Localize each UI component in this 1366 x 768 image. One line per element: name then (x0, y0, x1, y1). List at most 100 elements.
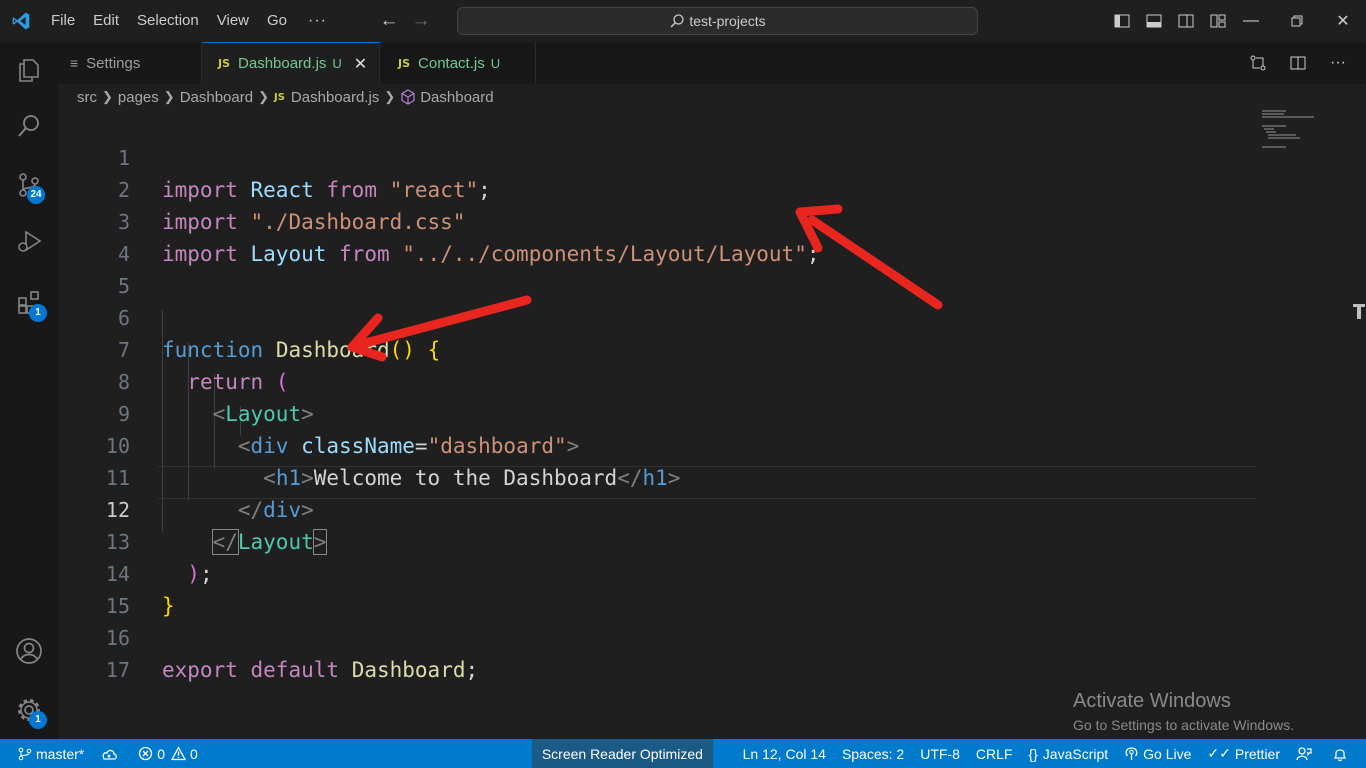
code-line: 15 (58, 558, 1258, 618)
breadcrumb: src ❯ pages ❯ Dashboard ❯ JS Dashboard.j… (77, 86, 494, 108)
indentation-status[interactable]: Spaces: 2 (834, 739, 912, 768)
close-tab-icon[interactable]: ✕ (354, 54, 367, 74)
errors-count: 0 (157, 745, 166, 762)
breadcrumb-item[interactable]: Dashboard.js (291, 89, 379, 106)
source-control-icon[interactable]: 24 (0, 157, 58, 213)
restore-icon[interactable] (1274, 0, 1320, 42)
tab-label: Dashboard.js (238, 55, 327, 72)
minimap-line (1266, 131, 1276, 133)
title-bar: File Edit Selection View Go ··· ← → test… (0, 0, 1366, 42)
code-line-current: 12 </Layout> (58, 462, 1258, 555)
warning-icon (171, 746, 187, 761)
search-icon[interactable] (0, 98, 58, 154)
activity-bar: 24 1 1 (0, 42, 58, 739)
minimap[interactable] (1262, 108, 1322, 148)
js-file-icon: JS (218, 57, 231, 70)
menu-file[interactable]: File (42, 0, 84, 42)
tab-status: U (332, 56, 342, 71)
go-live-button[interactable]: Go Live (1116, 739, 1199, 768)
command-center-search[interactable]: test-projects (457, 7, 978, 35)
accounts-icon[interactable] (0, 623, 58, 679)
breadcrumb-item[interactable]: src (77, 89, 97, 106)
minimap-line (1262, 110, 1286, 112)
manage-gear-icon[interactable]: 1 (0, 682, 58, 738)
forward-arrow-icon[interactable]: → (405, 10, 437, 32)
back-arrow-icon[interactable]: ← (373, 10, 405, 32)
code-line: 9 <div className="dashboard"> (58, 366, 1258, 458)
code-line: 4 (58, 206, 1258, 266)
vscode-logo-icon (0, 0, 42, 42)
more-actions-icon[interactable]: ··· (1322, 47, 1354, 79)
status-bar-right: Ln 12, Col 14 Spaces: 2 UTF-8 CRLF {} Ja… (735, 739, 1366, 768)
js-file-icon: JS (273, 91, 285, 103)
minimap-line (1268, 134, 1296, 136)
toggle-secondary-sidebar-icon[interactable] (1170, 5, 1202, 37)
broadcast-icon (1125, 747, 1138, 760)
status-bar: master* 0 0 Screen Reader Optimized Ln 1… (0, 739, 1366, 768)
compare-changes-icon[interactable] (1242, 47, 1274, 79)
activate-windows-watermark: Activate Windows Go to Settings to activ… (1073, 690, 1294, 733)
toggle-panel-icon[interactable] (1138, 5, 1170, 37)
minimap-line (1262, 125, 1286, 127)
chevron-right-icon: ❯ (102, 89, 113, 104)
extensions-icon[interactable]: 1 (0, 274, 58, 330)
run-debug-icon[interactable] (0, 213, 58, 269)
line-number: 17 (105, 658, 130, 682)
minimap-line (1262, 113, 1284, 115)
code-editor[interactable]: 1 import React from "react"; 2 import ".… (58, 110, 1258, 700)
chevron-right-icon: ❯ (258, 89, 269, 104)
editor-actions: ··· (1242, 42, 1354, 84)
tab-settings[interactable]: ≡ Settings (58, 42, 202, 84)
overview-ruler-marker[interactable] (1352, 300, 1366, 320)
language-label: JavaScript (1042, 745, 1109, 762)
cursor-position[interactable]: Ln 12, Col 14 (735, 739, 834, 768)
double-check-icon: ✓✓ (1207, 745, 1231, 761)
tab-contact-js[interactable]: JS Contact.js U (380, 42, 536, 84)
code-line: 1 import React from "react"; (58, 110, 1258, 202)
menu-go[interactable]: Go (258, 0, 296, 42)
braces-icon: {} (1028, 745, 1038, 762)
tab-status: U (490, 55, 501, 71)
go-live-label: Go Live (1143, 745, 1192, 762)
code-line: 3 import Layout from "../../components/L… (58, 174, 1258, 266)
tab-dashboard-js[interactable]: JS Dashboard.js U ✕ (202, 42, 380, 84)
prettier-status[interactable]: ✓✓ Prettier (1199, 739, 1288, 768)
code-line: 7 return ( (58, 302, 1258, 394)
breadcrumb-item[interactable]: Dashboard (180, 89, 253, 106)
feedback-icon[interactable] (1288, 739, 1324, 768)
minimap-line (1264, 128, 1274, 130)
notifications-bell-icon[interactable] (1324, 739, 1366, 768)
sync-status[interactable] (92, 739, 130, 768)
cloud-sync-icon (102, 749, 118, 760)
toggle-primary-sidebar-icon[interactable] (1106, 5, 1138, 37)
minimize-icon[interactable]: — (1228, 0, 1274, 42)
screen-reader-status[interactable]: Screen Reader Optimized (531, 739, 713, 768)
code-line: 5 (58, 238, 1258, 298)
error-icon (139, 746, 153, 761)
symbol-class-icon (401, 89, 415, 105)
watermark-title: Activate Windows (1073, 690, 1231, 712)
eol-status[interactable]: CRLF (968, 739, 1021, 768)
js-file-icon: JS (398, 56, 411, 70)
watermark-subtitle: Go to Settings to activate Windows. (1073, 717, 1294, 733)
command-center-label: test-projects (689, 13, 766, 29)
minimap-line (1268, 137, 1300, 139)
breadcrumb-item[interactable]: pages (118, 89, 159, 106)
tab-label: Contact.js (418, 54, 485, 72)
encoding-status[interactable]: UTF-8 (912, 739, 968, 768)
close-window-icon[interactable]: ✕ (1320, 0, 1366, 42)
menu-more-button[interactable]: ··· (296, 0, 339, 42)
menu-selection[interactable]: Selection (128, 0, 208, 42)
menu-view[interactable]: View (208, 0, 258, 42)
split-editor-icon[interactable] (1282, 47, 1314, 79)
code-line: 2 import "./Dashboard.css" (58, 142, 1258, 234)
explorer-icon[interactable] (0, 42, 58, 98)
window-controls: — ✕ (1228, 0, 1366, 42)
minimap-line (1262, 146, 1286, 148)
branch-status[interactable]: master* (0, 739, 92, 768)
breadcrumb-item[interactable]: Dashboard (420, 89, 493, 106)
chevron-right-icon: ❯ (163, 89, 175, 104)
menu-edit[interactable]: Edit (84, 0, 128, 42)
problems-status[interactable]: 0 0 (130, 739, 206, 768)
language-mode[interactable]: {} JavaScript (1020, 739, 1116, 768)
